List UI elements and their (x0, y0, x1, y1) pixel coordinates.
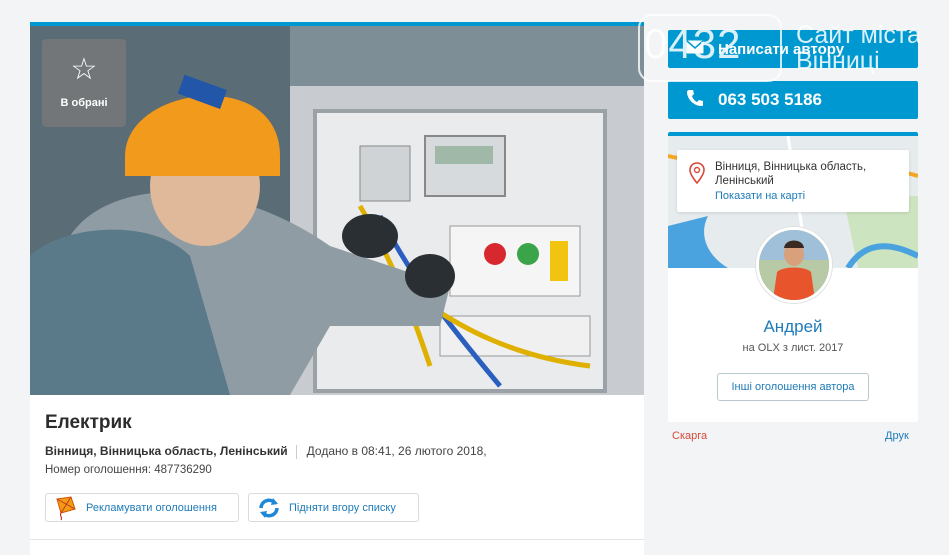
write-author-label: Написати автору (718, 40, 845, 58)
complaint-link[interactable]: Скарга (672, 430, 707, 442)
listing-card: ☆ В обрані Електрик Вінниця, Вінницька о… (30, 22, 644, 555)
phone-icon (684, 89, 706, 112)
write-author-button[interactable]: Написати автору (668, 30, 918, 68)
location-pin-icon (689, 162, 705, 189)
seller-card: Вінниця, Вінницька область, Ленінський П… (668, 132, 918, 422)
listing-title: Електрик (45, 412, 132, 433)
favorite-button[interactable]: ☆ В обрані (42, 39, 126, 127)
description-section (30, 539, 644, 555)
envelope-icon (684, 40, 706, 58)
listing-meta: Вінниця, Вінницька область, Ленінський До… (45, 444, 487, 459)
phone-number: 063 503 5186 (718, 90, 822, 109)
avatar[interactable] (756, 227, 832, 303)
print-link[interactable]: Друк (885, 430, 909, 442)
refresh-icon (255, 494, 283, 522)
seller-since: на OLX з лист. 2017 (742, 342, 844, 354)
favorite-label: В обрані (60, 97, 108, 109)
star-icon: ☆ (70, 52, 98, 87)
promote-button[interactable]: Рекламувати оголошення (45, 493, 239, 522)
listing-photo[interactable]: ☆ В обрані (30, 26, 644, 395)
meta-divider (295, 444, 297, 459)
listing-ad-number: Номер оголошення: 487736290 (45, 464, 212, 476)
promote-label: Рекламувати оголошення (86, 501, 217, 514)
location-popup: Вінниця, Вінницька область, Ленінський П… (677, 150, 909, 212)
bump-label: Підняти вгору списку (289, 501, 396, 514)
seller-location: Вінниця, Вінницька область, Ленінський (715, 161, 867, 187)
listing-location: Вінниця, Вінницька область, Ленінський (45, 444, 288, 458)
show-phone-button[interactable]: 063 503 5186 (668, 81, 918, 119)
show-on-map-link[interactable]: Показати на карті (715, 190, 805, 202)
kite-icon (52, 494, 80, 522)
other-ads-button[interactable]: Інші оголошення автора (717, 373, 869, 401)
bump-button[interactable]: Підняти вгору списку (248, 493, 419, 522)
seller-name[interactable]: Андрей (668, 317, 918, 337)
listing-added-date: Додано в 08:41, 26 лютого 2018, (306, 444, 487, 458)
